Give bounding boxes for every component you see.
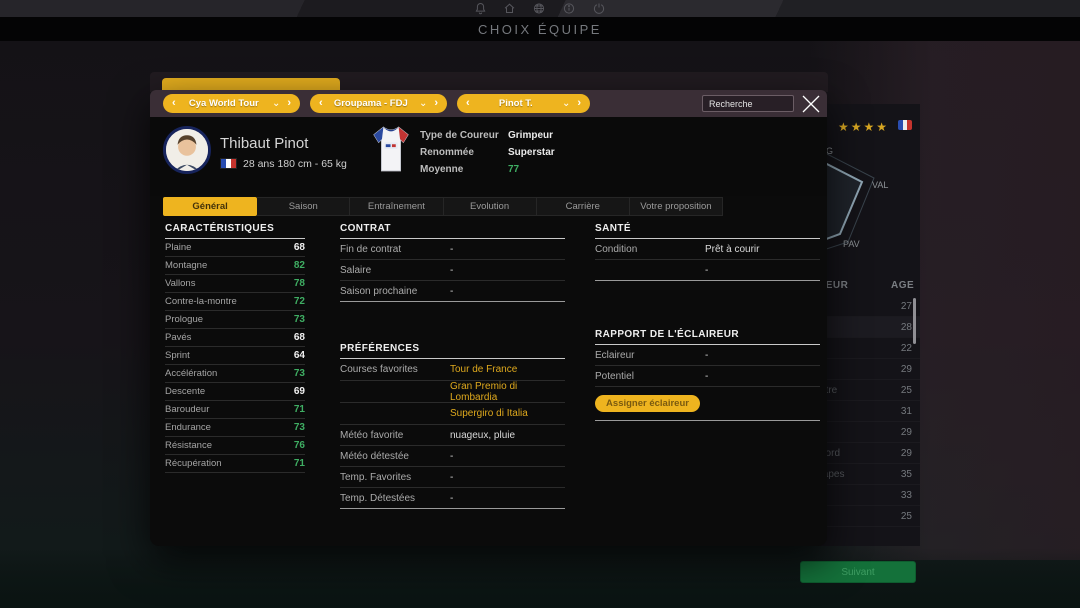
table-scrollbar[interactable] (913, 298, 916, 344)
profile-tabs: Général Saison Entraînement Evolution Ca… (163, 197, 724, 216)
next-arrow-icon[interactable]: › (287, 98, 291, 109)
rider-info-grid: Type de Coureur Grimpeur Renommée Supers… (420, 127, 660, 178)
screen-title: CHOIX ÉQUIPE (478, 21, 602, 37)
info-icon[interactable] (563, 2, 576, 15)
rider-summary-band: Thibaut Pinot 28 ans 180 cm - 65 kg Type… (150, 117, 827, 196)
rider-selector-label: Pinot T. (498, 98, 533, 109)
rider-name: Thibaut Pinot (220, 135, 309, 152)
info-row: Type de Coureur Grimpeur (420, 130, 554, 141)
stat-row: Plaine 68 (165, 239, 305, 257)
section-title-preferences: PRÉFÉRENCES (340, 343, 565, 359)
scout-row: Eclaireur - (595, 345, 820, 366)
favorite-race: Gran Premio di Lombardia (450, 380, 518, 403)
stat-row: Pavés 68 (165, 329, 305, 347)
rider-average-value: 77 (508, 164, 520, 175)
table-header-age: AGE (891, 280, 915, 291)
section-divider (595, 412, 820, 421)
stat-row: Descente 69 (165, 383, 305, 401)
health-scout-column: SANTÉ Condition Prêt à courir - RAPPORT D… (595, 223, 820, 421)
tab-carriere[interactable]: Carrière (536, 197, 630, 216)
division-selector[interactable]: ‹ Cya World Tour ⌄ › (163, 94, 300, 113)
preference-row: Temp. Favorites - (340, 467, 565, 488)
tab-evolution[interactable]: Evolution (443, 197, 537, 216)
team-flag-france (898, 120, 912, 130)
favorite-race: Tour de France (450, 364, 518, 375)
favorite-race: Supergiro di Italia (450, 408, 528, 419)
next-arrow-icon[interactable]: › (577, 98, 581, 109)
preference-row: Gran Premio di Lombardia (340, 381, 565, 403)
stat-row: Résistance 76 (165, 437, 305, 455)
tab-general[interactable]: Général (163, 197, 258, 216)
bell-icon[interactable] (475, 2, 487, 15)
background-glow-bottom (0, 548, 1080, 608)
chevron-down-icon[interactable]: ⌄ (562, 98, 570, 109)
team-selector-label: Groupama - FDJ (333, 98, 408, 109)
stat-row: Montagne 82 (165, 257, 305, 275)
top-strip (0, 0, 1080, 17)
division-selector-label: Cya World Tour (188, 98, 259, 109)
tab-saison[interactable]: Saison (257, 197, 351, 216)
contract-row: Salaire - (340, 260, 565, 281)
characteristics-section: CARACTÉRISTIQUES Plaine 68 Montagne 82 Val… (165, 223, 305, 473)
health-row: Condition Prêt à courir (595, 239, 820, 260)
next-button[interactable]: Suivant (800, 561, 916, 583)
modal-header: ‹ Cya World Tour ⌄ › ‹ Groupama - FDJ ⌄ … (150, 90, 827, 117)
radar-label-mg: G (826, 146, 834, 156)
globe-icon[interactable] (533, 2, 546, 15)
team-star-rating: ★★★★ (838, 120, 890, 134)
stat-row: Accélération 73 (165, 365, 305, 383)
home-icon[interactable] (504, 2, 516, 15)
rider-selector[interactable]: ‹ Pinot T. ⌄ › (457, 94, 590, 113)
stat-row: Baroudeur 71 (165, 401, 305, 419)
section-title-contrat: CONTRAT (340, 223, 565, 239)
preference-row: Météo favorite nuageux, pluie (340, 425, 565, 446)
stat-row: Vallons 78 (165, 275, 305, 293)
contract-row: Fin de contrat - (340, 239, 565, 260)
section-title-sante: SANTÉ (595, 223, 820, 239)
radar-label-pav: PAV (843, 239, 860, 249)
chevron-down-icon[interactable]: ⌄ (272, 98, 280, 109)
stat-row: Récupération 71 (165, 455, 305, 473)
rider-type-value: Grimpeur (508, 130, 554, 141)
info-row: Renommée Superstar (420, 147, 555, 158)
rider-flag-france (220, 158, 237, 169)
stat-row: Sprint 64 (165, 347, 305, 365)
condition-value: Prêt à courir (705, 243, 760, 255)
health-row: - (595, 260, 820, 281)
screen: CHOIX ÉQUIPE ★★★★ G VAL PAV REUR AGE 27 … (0, 0, 1080, 608)
contract-preferences-column: CONTRAT Fin de contrat - Salaire - Saison … (340, 223, 565, 509)
team-jersey-icon (372, 125, 410, 178)
tab-votre-proposition[interactable]: Votre proposition (629, 197, 724, 216)
assign-scout-button[interactable]: Assigner éclaireur (595, 395, 700, 412)
preference-row: Temp. Détestées - (340, 488, 565, 509)
top-icon-bar (475, 2, 606, 15)
section-title-rapport-eclaireur: RAPPORT DE L'ÉCLAIREUR (595, 329, 820, 345)
contract-row: Saison prochaine - (340, 281, 565, 302)
rider-avatar (163, 126, 211, 174)
next-arrow-icon[interactable]: › (434, 98, 438, 109)
team-selector[interactable]: ‹ Groupama - FDJ ⌄ › (310, 94, 447, 113)
preference-row: Courses favorites Tour de France (340, 359, 565, 381)
screen-title-bar: CHOIX ÉQUIPE (0, 17, 1080, 41)
stat-row: Prologue 73 (165, 311, 305, 329)
rider-details: 28 ans 180 cm - 65 kg (243, 158, 347, 170)
preference-row: Supergiro di Italia (340, 403, 565, 425)
section-title-characteristiques: CARACTÉRISTIQUES (165, 223, 305, 239)
info-row: Moyenne 77 (420, 164, 520, 175)
chevron-down-icon[interactable]: ⌄ (419, 98, 427, 109)
preference-row: Météo détestée - (340, 446, 565, 467)
close-icon[interactable] (798, 93, 824, 115)
radar-label-val: VAL (872, 180, 889, 190)
search-input[interactable] (702, 95, 794, 112)
rider-fame-value: Superstar (508, 147, 555, 158)
rider-profile-modal: ‹ Cya World Tour ⌄ › ‹ Groupama - FDJ ⌄ … (150, 90, 827, 546)
scout-row: Potentiel - (595, 366, 820, 387)
stat-row: Endurance 73 (165, 419, 305, 437)
stat-row: Contre-la-montre 72 (165, 293, 305, 311)
power-icon[interactable] (593, 2, 606, 15)
tab-entrainement[interactable]: Entraînement (350, 197, 444, 216)
